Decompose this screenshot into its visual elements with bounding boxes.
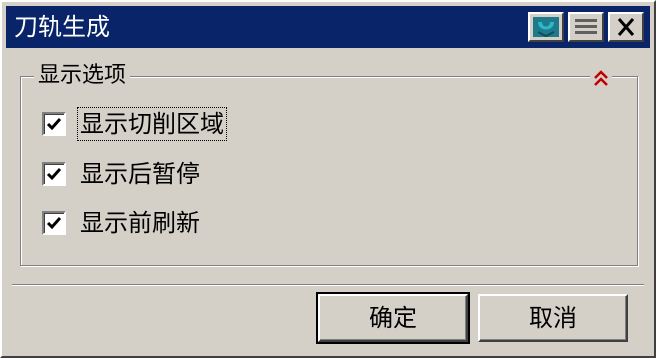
- help-icon: [533, 17, 559, 38]
- checkmark-icon: [46, 118, 62, 131]
- close-button[interactable]: [608, 12, 644, 42]
- double-chevron-up-icon: [594, 70, 608, 86]
- dialog-window: 刀轨生成 显示选项 显示切削区域 显示后暂停 显示前刷新 确定 取消: [0, 0, 656, 358]
- dialog-title: 刀轨生成: [14, 13, 110, 41]
- group-label: 显示选项: [34, 62, 131, 90]
- help-button[interactable]: [528, 12, 564, 42]
- close-icon: [617, 18, 635, 36]
- menu-icon: [575, 19, 597, 34]
- cancel-button[interactable]: 取消: [478, 294, 628, 342]
- collapse-button[interactable]: [590, 68, 612, 90]
- checkbox-pause-after-display[interactable]: [42, 162, 66, 186]
- checkbox-show-cut-region[interactable]: [42, 112, 66, 136]
- checkmark-icon: [46, 217, 62, 230]
- checkmark-icon: [46, 168, 62, 181]
- title-bar[interactable]: 刀轨生成: [6, 6, 650, 48]
- checkbox-refresh-before-display[interactable]: [42, 211, 66, 235]
- separator: [12, 284, 644, 286]
- option-label: 显示切削区域: [77, 107, 227, 141]
- option-label: 显示前刷新: [80, 209, 200, 237]
- option-label: 显示后暂停: [80, 160, 200, 188]
- ok-button[interactable]: 确定: [316, 292, 470, 344]
- menu-button[interactable]: [568, 12, 604, 42]
